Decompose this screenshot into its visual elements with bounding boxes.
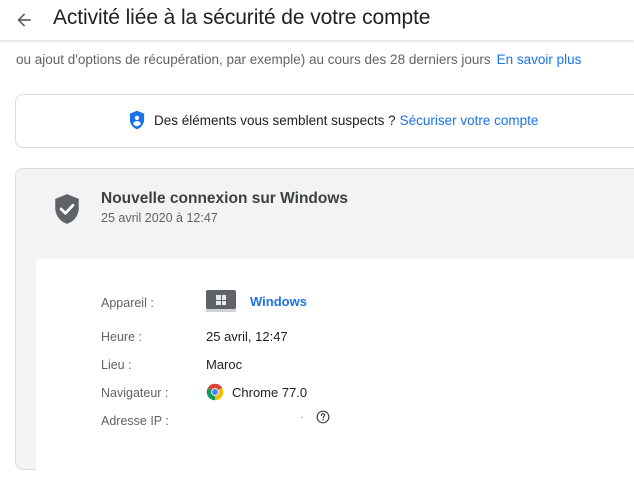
browser-value: Chrome 77.0	[206, 383, 307, 401]
browser-name: Chrome 77.0	[232, 384, 308, 400]
ip-value: ·	[300, 409, 330, 424]
time-value: 25 avril, 12:47	[206, 329, 288, 344]
suspect-banner: Des éléments vous semblent suspects ? Sé…	[15, 94, 634, 148]
device-label: Appareil :	[101, 296, 154, 310]
learn-more-link[interactable]: En savoir plus	[497, 52, 582, 67]
device-link[interactable]: Windows	[250, 294, 307, 309]
event-date: 25 avril 2020 à 12:47	[101, 211, 218, 225]
intro-text: ou ajout d'options de récupération, par …	[16, 52, 581, 67]
event-title: Nouvelle connexion sur Windows	[101, 190, 349, 207]
chrome-icon	[206, 383, 224, 401]
back-button[interactable]	[10, 6, 38, 34]
security-event-card[interactable]: Nouvelle connexion sur Windows 25 avril …	[15, 168, 634, 479]
location-value: Maroc	[206, 357, 243, 372]
ip-address: ·	[300, 409, 305, 424]
time-label: Heure :	[101, 330, 142, 344]
suspect-text: Des éléments vous semblent suspects ?	[154, 112, 396, 128]
shield-icon	[129, 110, 145, 130]
event-details-panel: Appareil : Windows Heure : 25 avril, 12:…	[36, 259, 634, 479]
device-value: Windows	[206, 290, 307, 312]
browser-label: Navigateur :	[101, 386, 169, 400]
intro-description: ou ajout d'options de récupération, par …	[16, 52, 491, 67]
secure-account-link[interactable]: Sécuriser votre compte	[400, 113, 539, 128]
shield-check-icon	[55, 194, 79, 224]
page-title: Activité liée à la sécurité de votre com…	[53, 6, 431, 29]
top-app-bar: Activité liée à la sécurité de votre com…	[0, 0, 634, 40]
arrow-back-icon	[17, 13, 31, 27]
location-label: Lieu :	[101, 358, 132, 372]
ip-label: Adresse IP :	[101, 414, 169, 428]
help-icon[interactable]	[316, 410, 330, 424]
windows-device-icon	[206, 290, 236, 312]
